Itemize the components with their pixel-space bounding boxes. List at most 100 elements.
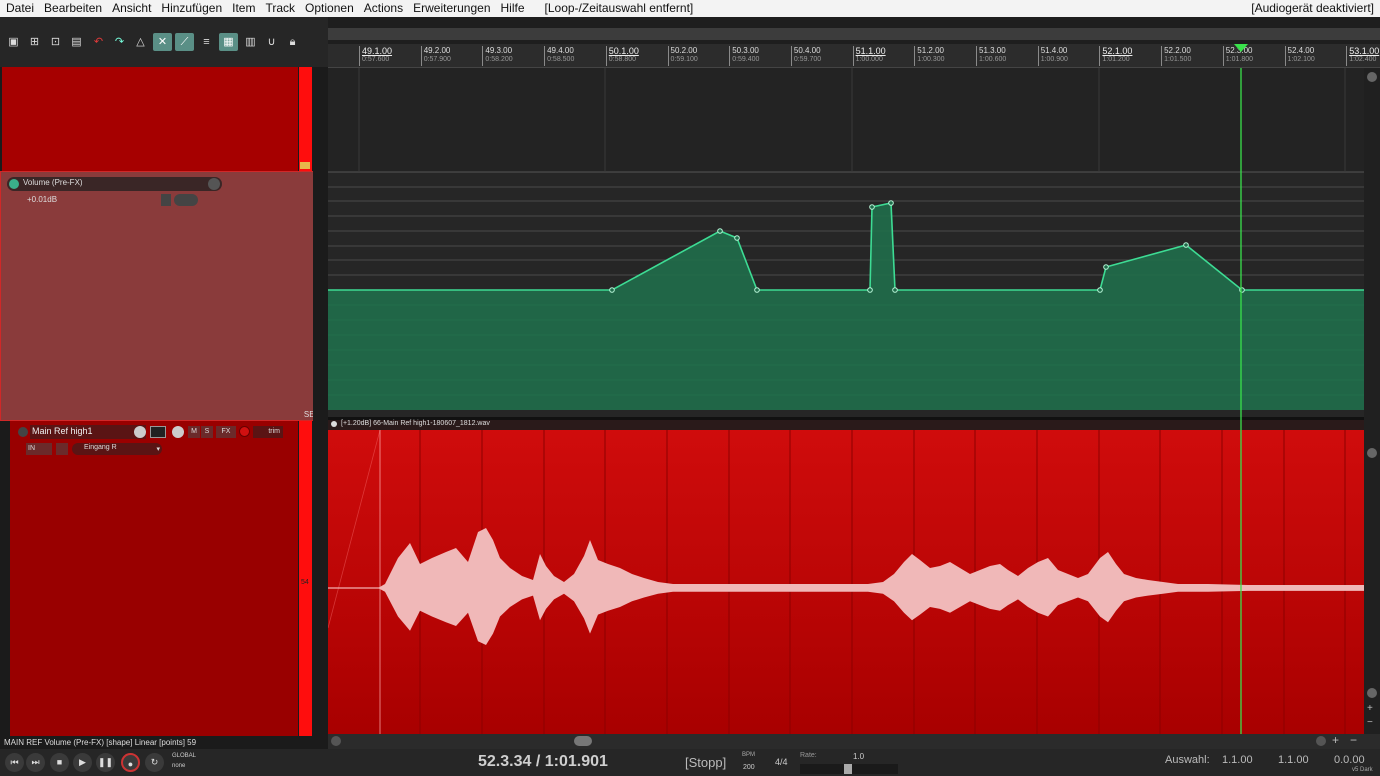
track-name-field[interactable]: Main Ref high1: [30, 425, 146, 439]
ruler-tick: 50.4.00 0:59.700: [790, 46, 821, 66]
menu-hilfe[interactable]: Hilfe: [496, 0, 530, 17]
track-settings-icon[interactable]: [18, 427, 28, 437]
scroll-thumb[interactable]: [1367, 448, 1377, 458]
undo-icon[interactable]: ↶: [89, 33, 108, 51]
loop-status-text: [Loop-/Zeitauswahl entfernt]: [544, 1, 694, 15]
envelope-active-icon[interactable]: [9, 179, 19, 189]
snap-grid-icon[interactable]: ▥: [241, 33, 260, 51]
stop-icon[interactable]: ■: [50, 753, 69, 772]
input-select[interactable]: Eingang R ▾: [72, 443, 162, 455]
play-icon[interactable]: ▶: [73, 753, 92, 772]
go-to-start-icon[interactable]: ⏮: [5, 753, 24, 772]
main-toolbar: ▣ ⊞ ⊡ ▤ ↶ ↷ △ ✕ ⟋ ≡ ▦ ▥ ∪ 🔒︎: [0, 17, 328, 67]
rate-slider[interactable]: [800, 764, 898, 774]
menu-optionen[interactable]: Optionen: [300, 0, 359, 17]
transport-bar: ⏮ ⏭ ■ ▶ ❚❚ ● ↻ GLOBAL none 52.3.34 / 1:0…: [0, 749, 1380, 776]
time-signature[interactable]: 4/4: [775, 757, 788, 767]
grid-icon[interactable]: ▦: [219, 33, 238, 51]
input-select-value: Eingang R: [84, 444, 117, 451]
track-panel-previous[interactable]: [2, 67, 298, 171]
input-monitor-button[interactable]: IN: [26, 443, 52, 455]
auto-crossfade-icon[interactable]: ✕: [153, 33, 172, 51]
record-arm-button[interactable]: [239, 426, 250, 437]
scroll-up-icon[interactable]: [1367, 72, 1377, 82]
playhead-marker-icon[interactable]: [1234, 44, 1248, 52]
folder-icon[interactable]: [300, 162, 310, 169]
envelope-bypass-button[interactable]: [161, 194, 171, 206]
track-io-icon[interactable]: [150, 426, 166, 438]
automation-mode-button[interactable]: trim: [253, 426, 283, 438]
ruler-tick-bar: 50.3.00: [732, 46, 759, 55]
redo-icon[interactable]: ↷: [110, 33, 129, 51]
ruler-tick: 50.2.00 0:59.100: [667, 46, 698, 66]
envelope-knob[interactable]: [208, 178, 220, 190]
vertical-scrollbar[interactable]: + −: [1364, 68, 1380, 734]
volume-knob[interactable]: [134, 426, 146, 438]
rate-label: Rate:: [800, 752, 817, 759]
lock-icon[interactable]: 🔒︎: [283, 33, 302, 51]
rate-slider-handle[interactable]: [844, 764, 852, 774]
horizontal-scrollbar[interactable]: + −: [328, 733, 1380, 749]
ruler-tick-time: 0:57.600: [362, 56, 390, 63]
track-control-panel: Volume (Pre-FX) +0.01dB SEL Main Ref hig…: [0, 67, 328, 736]
arrange-canvas[interactable]: [328, 68, 1364, 734]
horizontal-scroll-thumb[interactable]: [574, 736, 592, 746]
selection-length[interactable]: 0.0.00: [1334, 754, 1365, 766]
ruler-tick-time: 1:00.900: [1040, 56, 1068, 63]
envelope-name: Volume (Pre-FX): [23, 178, 83, 187]
menu-ansicht[interactable]: Ansicht: [107, 0, 156, 17]
menu-datei[interactable]: Datei: [0, 0, 39, 17]
selection-end[interactable]: 1.1.00: [1278, 754, 1309, 766]
repeat-icon[interactable]: ↻: [145, 753, 164, 772]
bpm-value[interactable]: 200: [743, 764, 755, 771]
snap-magnet-icon[interactable]: ∪: [262, 33, 281, 51]
mute-button[interactable]: M: [188, 426, 200, 438]
envelope-lane-panel[interactable]: Volume (Pre-FX) +0.01dB SEL: [0, 171, 322, 421]
tcp-scroll-gutter: [313, 67, 322, 736]
zoom-in-vertical-icon[interactable]: +: [1367, 703, 1373, 714]
ruler-tick-bar: 50.1.00: [608, 46, 639, 56]
metronome-icon[interactable]: △: [131, 33, 150, 51]
position-display[interactable]: 52.3.34 / 1:01.901: [478, 753, 608, 771]
track-panel-main[interactable]: Main Ref high1 M S FX trim IN Eingang R …: [10, 421, 298, 736]
scroll-right-icon[interactable]: [1316, 736, 1326, 746]
envelope-name-field[interactable]: Volume (Pre-FX): [7, 177, 222, 191]
record-icon[interactable]: ●: [121, 753, 140, 772]
project-settings-icon[interactable]: ▤: [67, 33, 86, 51]
solo-button[interactable]: S: [201, 426, 213, 438]
timeline-overview-bar[interactable]: [328, 28, 1380, 40]
menu-erweiterungen[interactable]: Erweiterungen: [408, 0, 495, 17]
save-project-icon[interactable]: ⊡: [46, 33, 65, 51]
arrange-view[interactable]: [+1.20dB] 66-Main Ref high1-180607_1812.…: [328, 68, 1364, 734]
ripple-edit-icon[interactable]: ≡: [197, 33, 216, 51]
ruler-tick: 49.4.00 0:58.500: [544, 46, 574, 66]
menu-track[interactable]: Track: [260, 0, 300, 17]
pause-icon[interactable]: ❚❚: [96, 753, 115, 772]
new-project-icon[interactable]: ▣: [4, 33, 23, 51]
envelope-mode-button[interactable]: [174, 194, 198, 206]
pan-knob[interactable]: [172, 426, 184, 438]
go-to-end-icon[interactable]: ⏭: [26, 753, 45, 772]
record-mode-button[interactable]: [56, 443, 68, 455]
zoom-in-horizontal-icon[interactable]: +: [1332, 733, 1339, 747]
ruler-tick-time: 1:02.400: [1349, 56, 1377, 63]
empty-track-lane[interactable]: [328, 68, 1364, 172]
item-properties-icon[interactable]: [331, 421, 337, 427]
menu-bearbeiten[interactable]: Bearbeiten: [39, 0, 107, 17]
timeline-ruler[interactable]: 49.1.00 0:57.600 49.2.00 0:57.900 49.3.00 0:5…: [328, 44, 1380, 68]
envelope-link-icon[interactable]: ⟋: [175, 33, 194, 51]
scroll-down-icon[interactable]: [1367, 688, 1377, 698]
menu-hinzufuegen[interactable]: Hinzufügen: [156, 0, 227, 17]
global-automation-mode[interactable]: none: [172, 763, 185, 769]
zoom-out-horizontal-icon[interactable]: −: [1350, 733, 1357, 747]
menu-item[interactable]: Item: [227, 0, 260, 17]
zoom-out-vertical-icon[interactable]: −: [1367, 717, 1373, 728]
scroll-left-icon[interactable]: [331, 736, 341, 746]
open-project-icon[interactable]: ⊞: [25, 33, 44, 51]
menu-actions[interactable]: Actions: [359, 0, 408, 17]
rate-value[interactable]: 1.0: [853, 752, 864, 761]
selection-start[interactable]: 1.1.00: [1222, 754, 1253, 766]
track-meter-previous: [299, 67, 312, 171]
audio-device-status: [Audiogerät deaktiviert]: [1251, 1, 1374, 15]
fx-button[interactable]: FX: [216, 426, 236, 438]
